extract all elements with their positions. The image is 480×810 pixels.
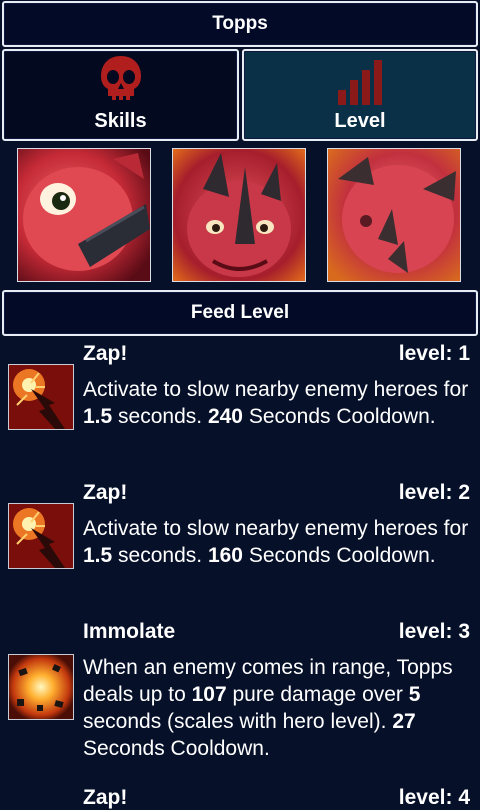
skill-level: level: 2	[398, 481, 470, 504]
skill-name: Immolate	[83, 620, 176, 643]
zap-skill-icon	[8, 364, 74, 430]
hero-portrait-icon	[173, 149, 305, 281]
immolate-skill-icon	[8, 654, 74, 720]
skill-name: Zap!	[83, 786, 128, 809]
skill-level: level: 4	[398, 786, 470, 809]
tab-level[interactable]: Level	[242, 49, 478, 141]
skill-name: Zap!	[83, 342, 128, 365]
skill-description: Activate to slow nearby enemy heroes for…	[83, 378, 469, 428]
tab-skills[interactable]: Skills	[2, 49, 239, 141]
feed-level-button[interactable]: Feed Level	[2, 290, 478, 336]
tab-label: Skills	[94, 110, 147, 132]
skill-level: level: 1	[398, 342, 470, 365]
bars-icon	[338, 60, 382, 105]
skull-icon	[100, 56, 141, 100]
hero-portrait-icon	[18, 149, 150, 281]
title-text: Topps	[212, 13, 268, 34]
skill-name: Zap!	[83, 481, 128, 504]
skill-description: Activate to slow nearby enemy heroes for…	[83, 517, 469, 567]
skill-level: level: 3	[398, 620, 470, 643]
hero-portrait-1[interactable]	[17, 148, 151, 282]
hero-portrait-2[interactable]	[172, 148, 306, 282]
hero-portrait-icon	[328, 149, 460, 281]
feed-level-label: Feed Level	[190, 302, 290, 323]
zap-skill-icon	[8, 503, 74, 569]
tab-label: Level	[334, 110, 386, 132]
hero-portrait-3[interactable]	[327, 148, 461, 282]
page-title: Topps	[2, 1, 478, 47]
skill-description: When an enemy comes in range, Topps deal…	[83, 656, 453, 760]
